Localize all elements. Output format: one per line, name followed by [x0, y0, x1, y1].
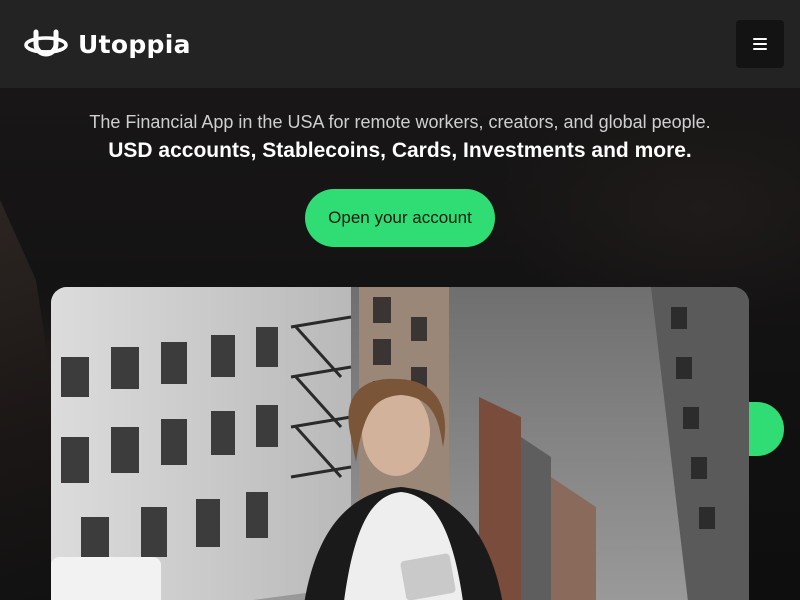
hero-photo [51, 287, 749, 600]
site-header: Utoppia [0, 0, 800, 88]
hamburger-menu-icon [753, 38, 767, 50]
hero-photo-illustration [51, 287, 749, 600]
menu-button[interactable] [736, 20, 784, 68]
utoppia-logo-icon [24, 29, 68, 57]
hero-subtitle: The Financial App in the USA for remote … [89, 112, 711, 132]
brand-name: Utoppia [78, 29, 191, 59]
open-account-button[interactable]: Open your account [305, 189, 495, 247]
hero-title: USD accounts, Stablecoins, Cards, Invest… [108, 139, 692, 162]
brand-logo[interactable]: Utoppia [24, 28, 191, 60]
